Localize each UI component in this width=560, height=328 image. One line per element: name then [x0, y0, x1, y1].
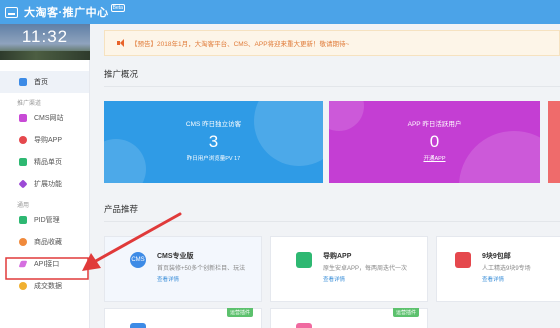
notice-text: 【预告】2018年1月，大淘客平台、CMS、APP将迎来重大更新！敬请期待~ — [131, 41, 350, 48]
product-card-row2-a[interactable]: 运营插件 — [104, 308, 262, 328]
sidebar-item-sales-data[interactable]: 成交数据 — [0, 275, 89, 297]
cms-icon — [19, 114, 27, 122]
overview-title: 推广概况 — [104, 69, 139, 79]
notice-bar: 【预告】2018年1月，大淘客平台、CMS、APP将迎来重大更新！敬请期待~ — [104, 30, 560, 56]
product-card-row2-b[interactable]: 运营插件 — [270, 308, 428, 328]
product-desc: 人工精选9块9专场 — [482, 266, 531, 272]
third-stat-card[interactable] — [548, 101, 560, 183]
sidebar-item-pid[interactable]: PID管理 — [0, 209, 89, 231]
product-icon — [296, 323, 312, 328]
product-card-99[interactable]: 9块9包邮 人工精选9块9专场 查看详情 — [436, 236, 560, 302]
product-name: 9块9包邮 — [482, 253, 511, 260]
app-stat-card[interactable]: APP 昨日活跃用户 0 开通APP — [329, 101, 540, 183]
cms-product-icon: CMS — [130, 252, 146, 268]
product-name: CMS专业版 — [157, 253, 194, 260]
sidebar-item-app[interactable]: 导购APP — [0, 129, 89, 151]
sidebar-item-label: 成交数据 — [34, 283, 62, 290]
cms-stat-label: CMS 昨日独立访客 — [185, 121, 242, 128]
sidebar-item-label: 首页 — [34, 79, 48, 86]
sidebar-item-label: 精品单页 — [34, 159, 62, 166]
clock-time: 11:32 — [21, 27, 69, 46]
nav-section-promo: 推广渠道 — [17, 101, 42, 107]
beta-badge: Beta — [110, 4, 125, 12]
clock-banner: 11:32 — [0, 24, 90, 60]
sidebar-item-favorites[interactable]: 商品收藏 — [0, 231, 89, 253]
nav-section-general: 通用 — [17, 203, 30, 209]
speaker-icon — [117, 39, 127, 47]
monitor-logo-icon — [5, 6, 18, 18]
products-title: 产品推荐 — [104, 204, 139, 214]
promo-badge: 运营插件 — [226, 308, 253, 317]
heart-product-icon — [455, 252, 471, 268]
product-details-link[interactable]: 查看详情 — [482, 275, 504, 283]
wand-icon — [18, 260, 28, 268]
product-details-link[interactable]: 查看详情 — [323, 275, 345, 283]
page-icon — [19, 158, 27, 166]
product-icon — [130, 323, 146, 328]
app-product-icon — [296, 252, 312, 268]
product-details-link[interactable]: 查看详情 — [157, 275, 179, 283]
sidebar-item-label: PID管理 — [34, 217, 60, 224]
divider — [104, 221, 560, 222]
sidebar-item-extensions[interactable]: 扩展功能 — [0, 173, 89, 195]
home-icon — [19, 78, 27, 86]
product-desc: 首页装修+50多个创新栏目、玩法 — [157, 266, 246, 272]
sidebar-item-label: 扩展功能 — [34, 181, 62, 188]
cms-stat-value: 3 — [208, 132, 219, 151]
sidebar-item-api[interactable]: API接口 — [0, 253, 89, 275]
sidebar-item-single-page[interactable]: 精品单页 — [0, 151, 89, 173]
product-card-app[interactable]: 导购APP 原生安卓APP，每两周迭代一次 查看详情 — [270, 236, 428, 302]
puzzle-icon — [18, 179, 28, 189]
sidebar-item-label: 导购APP — [34, 137, 63, 144]
sidebar: 11:32 首页 推广渠道 CMS网站 导购APP 精品单页 扩展功能 通用 P… — [0, 24, 90, 328]
phone-icon — [19, 136, 27, 144]
app-stat-value: 0 — [429, 132, 440, 151]
cms-stat-card[interactable]: CMS 昨日独立访客 3 昨日用户浏览量PV 17 — [104, 101, 323, 183]
sidebar-item-label: CMS网站 — [34, 115, 64, 122]
cms-stat-sub: 昨日用户浏览量PV 17 — [186, 156, 241, 162]
promo-badge: 运营插件 — [392, 308, 419, 317]
chart-icon — [19, 282, 27, 290]
app-stat-label: APP 昨日活跃用户 — [407, 121, 462, 128]
heart-icon — [19, 238, 27, 246]
sidebar-item-cms[interactable]: CMS网站 — [0, 107, 89, 129]
app-title: 大淘客·推广中心 — [24, 7, 109, 19]
top-bar: 大淘客·推广中心 Beta — [0, 0, 560, 24]
sidebar-item-label: API接口 — [34, 261, 60, 268]
divider — [104, 86, 560, 87]
main-content: 【预告】2018年1月，大淘客平台、CMS、APP将迎来重大更新！敬请期待~ 推… — [90, 24, 560, 328]
product-name: 导购APP — [323, 253, 352, 260]
sidebar-item-home[interactable]: 首页 — [0, 71, 89, 93]
pid-icon — [19, 216, 27, 224]
product-desc: 原生安卓APP，每两周迭代一次 — [323, 266, 408, 272]
sidebar-item-label: 商品收藏 — [34, 239, 62, 246]
open-app-link[interactable]: 开通APP — [329, 154, 540, 162]
product-card-cms[interactable]: CMS CMS专业版 首页装修+50多个创新栏目、玩法 查看详情 — [104, 236, 262, 302]
